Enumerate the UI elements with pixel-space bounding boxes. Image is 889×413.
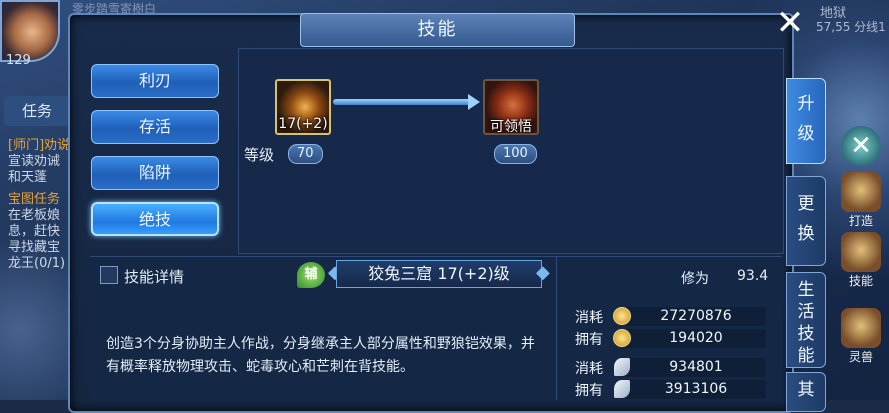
task-line: 宣读劝诫 [8,154,61,169]
level-label: 等级 [244,146,275,164]
skill-detail-label: 技能详情 [124,268,185,286]
resource-label: 拥有 [575,383,603,399]
dialog-title: 技能 [417,19,458,40]
shortcut-close-circle[interactable]: ✕ [838,126,884,166]
tab-life-skills[interactable]: 生 活 技 能 [786,272,826,368]
task-line: 宝图任务 [8,192,61,207]
task-line: 寻找藏宝 [8,240,61,255]
resource-label: 消耗 [575,361,603,377]
category-button-blade[interactable]: 利刃 [91,64,219,98]
tab-change[interactable]: 更 换 [786,176,826,266]
close-button[interactable]: ✕ [772,6,808,42]
shortcut-label: 技能 [848,274,873,288]
tab-upgrade[interactable]: 升 级 [786,78,826,164]
skill-detail-checkbox[interactable] [100,266,118,284]
category-button-trap[interactable]: 陷阱 [91,156,219,190]
map-coordinates: 57,55 分线1 [816,20,886,34]
pet-icon [841,308,881,348]
gold-coin-icon [613,307,631,325]
next-level-badge: 100 [494,144,537,164]
tab-other[interactable]: 其 [786,372,826,412]
player-level: 129 [6,53,31,68]
shortcut-pet[interactable]: 灵兽 [838,308,884,365]
resource-value: 27270876 [660,308,732,324]
feather-icon [614,380,630,398]
resource-value: 194020 [669,330,723,346]
current-skill-level: 17(+2) [278,116,328,132]
task-line: [师门]劝说 [8,138,71,153]
resource-label: 消耗 [575,310,603,326]
shortcut-forge[interactable]: 打造 [838,172,884,229]
task-tab[interactable]: 任务 [4,96,70,126]
scroll-icon [841,232,881,272]
task-line: 息，赶快 [8,224,61,239]
shortcut-skills[interactable]: 技能 [838,232,884,289]
shortcut-label: 灵兽 [848,350,873,364]
resource-value: 934801 [669,359,723,375]
upgrade-arrow [333,99,473,105]
task-line: 龙王(0/1) [8,256,66,271]
task-line: 和天蓬 [8,170,48,185]
next-skill-status: 可领悟 [490,119,532,135]
gold-coin-icon [613,329,631,347]
feather-icon [614,358,630,376]
task-list[interactable]: [师门]劝说 宣读劝诫 和天蓬宝图任务 在老板娘 息，赶快 寻找藏宝 龙王(0/1) [8,138,74,272]
cultivation-value: 93.4 [737,268,769,284]
current-level-badge: 70 [288,144,323,164]
resource-value: 3913106 [664,381,728,397]
hammer-icon [841,172,881,212]
arrow-head-icon [468,94,480,110]
x-circle-icon: ✕ [841,126,881,166]
category-button-ultimate[interactable]: 绝技 [91,202,219,236]
name-right-ornament-icon: ◆ [536,262,550,283]
aux-type-badge: 辅 [297,262,325,288]
panel-divider [556,256,557,400]
close-icon: ✕ [775,3,805,43]
resource-label: 拥有 [575,332,603,348]
task-line: 在老板娘 [8,208,61,223]
skill-name: 狡兔三窟 17(+2)级 [336,260,542,288]
category-button-survival[interactable]: 存活 [91,110,219,144]
shortcut-label: 打造 [848,214,873,228]
cultivation-label: 修为 [681,271,709,287]
skill-description: 创造3个分身协助主人作战，分身继承主人部分属性和野狼铠效果，并有概率释放物理攻击… [106,336,535,375]
